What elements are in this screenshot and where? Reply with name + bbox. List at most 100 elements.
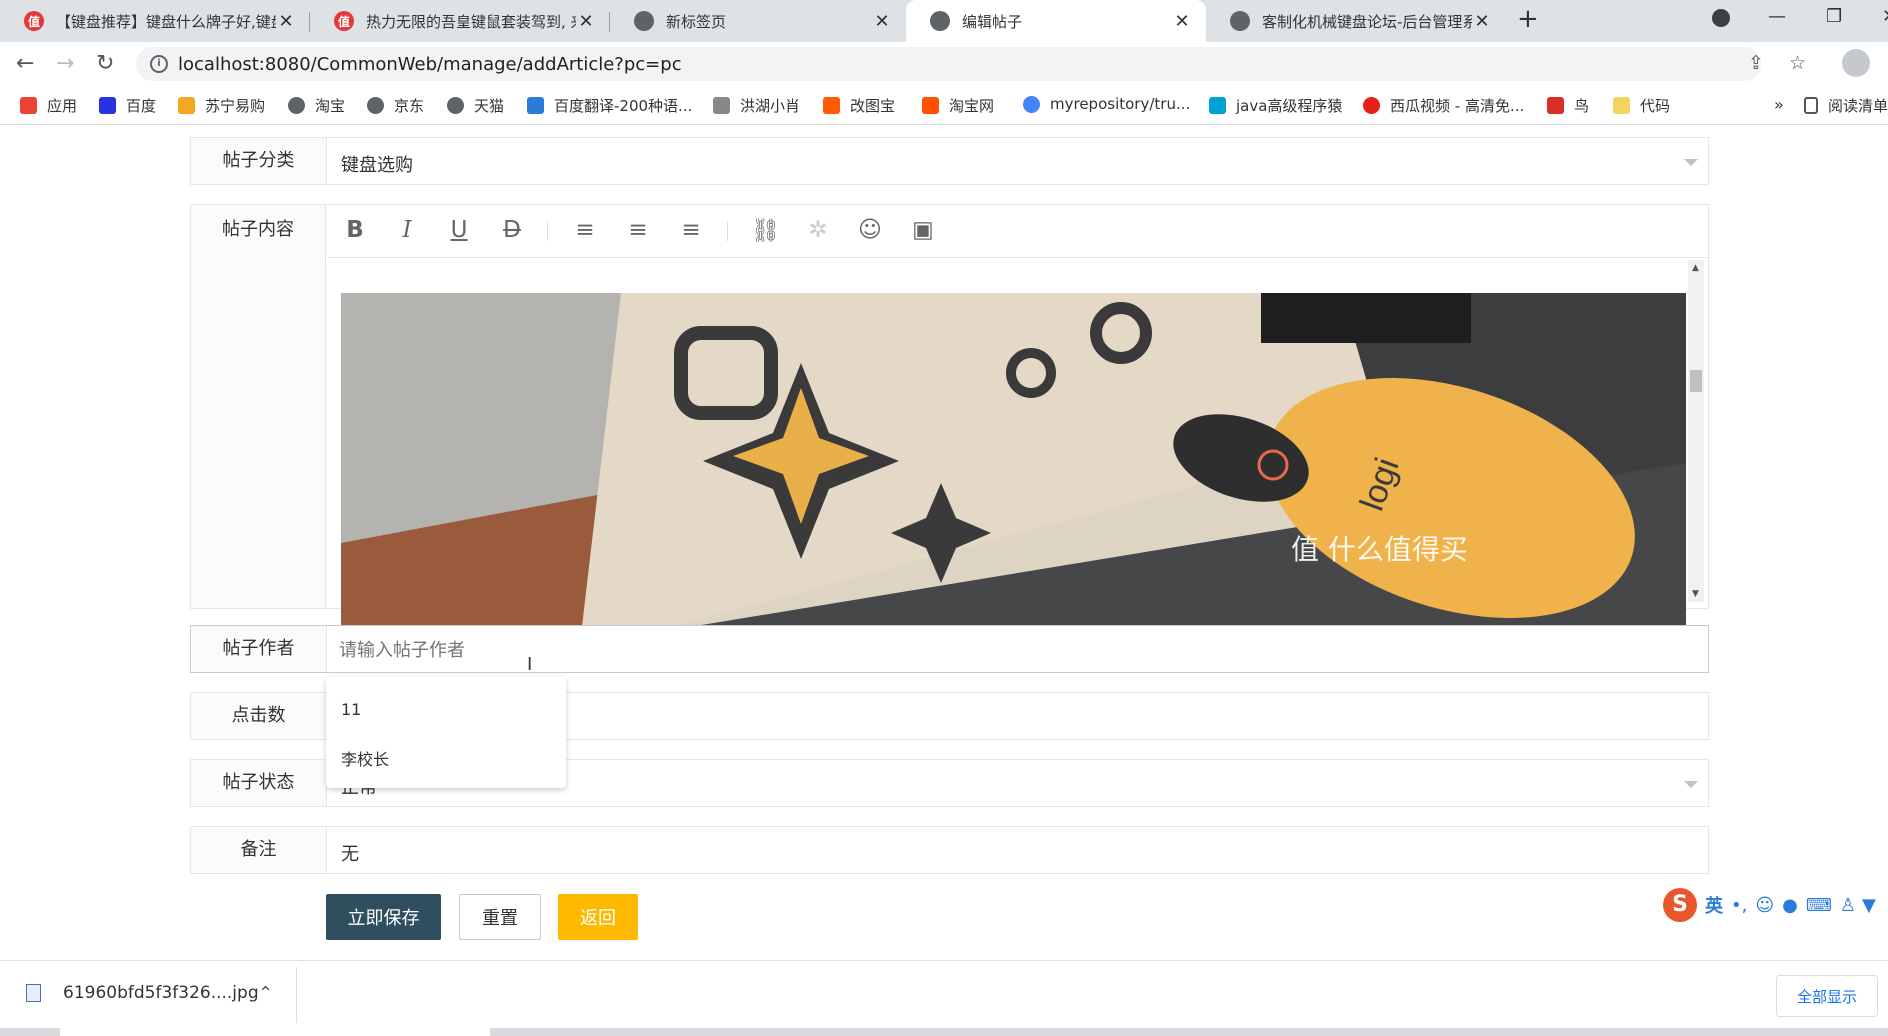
emoji-icon[interactable]: ☺: [856, 217, 884, 243]
share-icon[interactable]: ⇪: [1748, 52, 1764, 74]
reading-list[interactable]: 阅读清单: [1804, 95, 1888, 116]
editor-content-image[interactable]: logi 值 什么值得买: [341, 293, 1686, 635]
site-info-icon[interactable]: i: [150, 55, 168, 73]
bird-icon: [1547, 97, 1564, 114]
bookmark-xigua[interactable]: 西瓜视频 - 高清免...: [1363, 95, 1524, 116]
back-button[interactable]: 返回: [558, 894, 638, 940]
tab-keyboard-recommend[interactable]: 值 【键盘推荐】键盘什么牌子好,键盘 ✕: [0, 0, 310, 42]
author-autocomplete-dropdown: 11 李校长: [326, 677, 566, 788]
tab-keyboard-mouse-set[interactable]: 值 热力无限的吾皇键鼠套装驾到, 来 ✕: [310, 0, 610, 42]
save-button[interactable]: 立即保存: [326, 894, 441, 940]
bookmark-honghu[interactable]: 洪湖小肖: [713, 95, 800, 116]
forward-arrow-icon[interactable]: →: [56, 51, 74, 76]
folder-icon: [1613, 97, 1630, 114]
remark-label: 备注: [191, 827, 327, 873]
category-select[interactable]: 键盘选购: [341, 151, 413, 177]
bookmark-jd[interactable]: 京东: [367, 95, 424, 116]
globe-icon: [1230, 11, 1250, 31]
keyboard-icon[interactable]: ⌨: [1806, 895, 1832, 916]
link-icon[interactable]: ⛓: [751, 217, 780, 244]
punctuation-icon[interactable]: •,: [1731, 895, 1747, 916]
new-tab-plus-icon[interactable]: +: [1517, 4, 1539, 34]
emoji-icon[interactable]: ☺: [1755, 895, 1774, 916]
back-arrow-icon[interactable]: ←: [16, 51, 34, 76]
bookmark-bird[interactable]: 鸟: [1547, 95, 1589, 116]
scroll-down-arrow-icon[interactable]: ▼: [1692, 589, 1699, 599]
author-input[interactable]: [337, 632, 1691, 668]
translate-icon: [527, 97, 544, 114]
sogou-logo-icon[interactable]: S: [1663, 888, 1697, 922]
chrome-icon: [1023, 95, 1040, 113]
close-window-icon[interactable]: ✕: [1882, 6, 1888, 27]
image-icon[interactable]: ▣: [909, 217, 937, 243]
scrollbar-thumb[interactable]: [1690, 370, 1702, 392]
strikethrough-icon[interactable]: D: [498, 217, 526, 243]
align-right-icon[interactable]: ≡: [677, 217, 705, 243]
category-row: 帖子分类 键盘选购: [190, 137, 1709, 185]
browser-tab-strip: 值 【键盘推荐】键盘什么牌子好,键盘 ✕ 值 热力无限的吾皇键鼠套装驾到, 来 …: [0, 0, 1888, 42]
bookmark-suning[interactable]: 苏宁易购: [178, 95, 265, 116]
ime-toolbar: S 英 •, ☺ ● ⌨ ♙ ▼: [1663, 888, 1876, 922]
globe-icon: [367, 97, 384, 114]
gaitubao-icon: [823, 97, 840, 114]
clicks-label: 点击数: [191, 693, 327, 739]
editor-scrollbar[interactable]: ▲ ▼: [1688, 260, 1704, 602]
tab-admin-system[interactable]: 客制化机械键盘论坛-后台管理系统 ✕: [1206, 0, 1506, 42]
bookmark-taobao-net[interactable]: 淘宝网: [922, 95, 994, 116]
show-all-button[interactable]: 全部显示: [1776, 975, 1878, 1017]
align-center-icon[interactable]: ≡: [624, 217, 652, 243]
scroll-up-arrow-icon[interactable]: ▲: [1692, 263, 1699, 273]
ime-lang-toggle[interactable]: 英: [1705, 892, 1723, 918]
tab-close-icon[interactable]: ✕: [276, 11, 296, 32]
bookmark-gaitubao[interactable]: 改图宝: [823, 95, 895, 116]
download-item[interactable]: 61960bfd5f3f326....jpg: [26, 983, 259, 1003]
bilibili-icon: [1209, 97, 1226, 114]
bookmark-java[interactable]: java高级程序猿: [1209, 95, 1342, 116]
tab-search-icon[interactable]: [1712, 9, 1730, 27]
bold-icon[interactable]: B: [341, 217, 369, 243]
restore-icon[interactable]: ❐: [1826, 6, 1842, 27]
skin-shirt-icon[interactable]: ▼: [1862, 895, 1876, 916]
author-label: 帖子作者: [191, 626, 327, 672]
tab-title: 编辑帖子: [962, 12, 1023, 31]
bookmark-baidu[interactable]: 百度: [99, 95, 156, 116]
align-left-icon[interactable]: ≡: [571, 217, 599, 243]
tab-close-icon[interactable]: ✕: [576, 11, 596, 32]
taskbar-strip: [0, 1028, 1888, 1036]
unlink-icon[interactable]: ✲: [804, 217, 832, 243]
bookmarks-bar: 应用 百度 苏宁易购 淘宝 京东 天猫 百度翻译-200种语... 洪湖小肖 改…: [0, 86, 1888, 125]
bookmark-baidu-translate[interactable]: 百度翻译-200种语...: [527, 95, 692, 116]
remark-input[interactable]: 无: [341, 840, 359, 866]
editor-toolbar: B I U D ≡ ≡ ≡ ⛓ ✲ ☺ ▣: [327, 205, 1708, 258]
tab-new-tab[interactable]: 新标签页 ✕: [610, 0, 906, 42]
underline-icon[interactable]: U: [445, 217, 473, 243]
bookmark-apps[interactable]: 应用: [20, 95, 77, 116]
tab-close-icon[interactable]: ✕: [872, 11, 892, 32]
chevron-up-icon[interactable]: ⌃: [258, 983, 273, 1004]
bookmark-taobao[interactable]: 淘宝: [288, 95, 345, 116]
chevron-down-icon[interactable]: [1684, 781, 1698, 788]
tab-close-icon[interactable]: ✕: [1172, 11, 1192, 32]
italic-icon[interactable]: I: [393, 217, 421, 243]
tab-edit-post[interactable]: 编辑帖子 ✕: [906, 0, 1206, 42]
chevron-down-icon[interactable]: [1684, 159, 1698, 166]
microphone-icon[interactable]: ●: [1782, 895, 1798, 916]
address-bar[interactable]: i localhost:8080/CommonWeb/manage/addArt…: [136, 47, 1806, 81]
smzdm-favicon-icon: 值: [334, 11, 354, 31]
suggestion-item[interactable]: 11: [341, 700, 361, 719]
user-icon[interactable]: ♙: [1840, 895, 1856, 916]
bookmark-star-icon[interactable]: ☆: [1789, 52, 1806, 74]
reload-icon[interactable]: ↻: [96, 51, 114, 76]
toolbar-divider: [727, 221, 728, 241]
bookmark-tmall[interactable]: 天猫: [447, 95, 504, 116]
tab-close-icon[interactable]: ✕: [1472, 11, 1492, 32]
profile-avatar[interactable]: [1842, 49, 1870, 77]
reset-button[interactable]: 重置: [459, 894, 541, 940]
suning-icon: [178, 97, 195, 114]
minimize-icon[interactable]: —: [1768, 6, 1786, 27]
bookmark-myrepository[interactable]: myrepository/tru...: [1023, 95, 1190, 113]
address-url[interactable]: localhost:8080/CommonWeb/manage/addArtic…: [178, 54, 682, 75]
bookmarks-more-chevron-icon[interactable]: »: [1774, 95, 1784, 114]
suggestion-item[interactable]: 李校长: [341, 746, 389, 770]
bookmark-code[interactable]: 代码: [1613, 95, 1670, 116]
